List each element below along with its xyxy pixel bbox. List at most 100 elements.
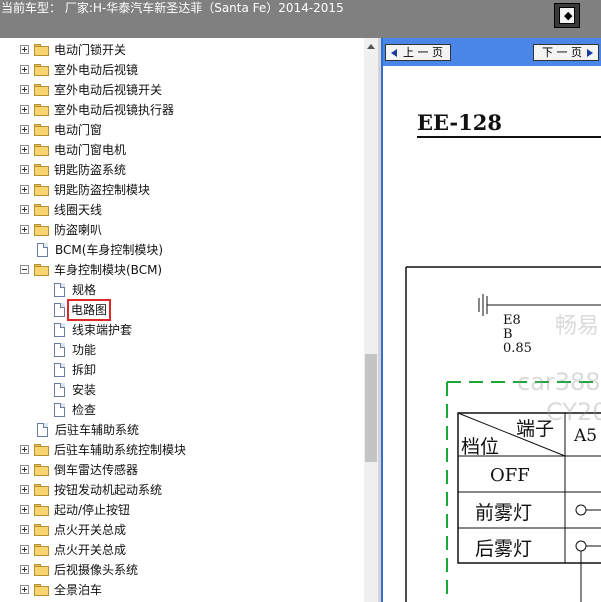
collapse-minus-icon[interactable] <box>20 265 29 274</box>
table-row-front-fog: 前雾灯 <box>475 502 533 524</box>
expand-plus-icon[interactable] <box>20 125 29 134</box>
expand-plus-icon[interactable] <box>20 185 29 194</box>
tree-item[interactable]: 按钮发动机起动系统 <box>0 480 364 500</box>
expand-plus-icon[interactable] <box>20 465 29 474</box>
folder-icon <box>34 184 49 196</box>
document-icon <box>54 383 65 397</box>
folder-icon <box>34 104 49 116</box>
expand-plus-icon[interactable] <box>20 485 29 494</box>
table-header-terminal: 端子 <box>516 418 555 440</box>
document-viewer: 上 一 页 下 一 页 EE-128 E8 B 0.85 畅易 car388 C… <box>381 38 601 602</box>
tree-item-label: 电动门锁开关 <box>54 43 127 57</box>
tree-item[interactable]: BCM(车身控制模块) <box>0 240 364 260</box>
tree-item[interactable]: 后视摄像头系统 <box>0 560 364 580</box>
tree-item[interactable]: 规格 <box>0 280 364 300</box>
table-column-a5: A5 <box>574 426 598 446</box>
tree-item[interactable]: 后驻车辅助系统 <box>0 420 364 440</box>
tree-item[interactable]: 电路图 <box>0 299 364 321</box>
table-row-off: OFF <box>490 465 530 486</box>
tree-item[interactable]: 安装 <box>0 380 364 400</box>
document-icon <box>54 323 65 337</box>
tree-item-label: 拆卸 <box>72 363 97 377</box>
tree-item-label: 室外电动后视镜 <box>54 63 139 77</box>
tree-item[interactable]: 检查 <box>0 400 364 420</box>
folder-icon <box>34 144 49 156</box>
tree-item-label: 倒车雷达传感器 <box>54 463 139 477</box>
tree-item-label: 室外电动后视镜开关 <box>54 83 163 97</box>
tree-item-label: 点火开关总成 <box>54 523 127 537</box>
watermark: CY20 <box>546 398 601 426</box>
tree-item-label: 线束端护套 <box>72 323 133 337</box>
tree-item-label: 车身控制模块(BCM) <box>54 263 163 277</box>
tree-item-label: 电动门窗 <box>54 123 103 137</box>
folder-icon <box>34 264 49 276</box>
folder-icon <box>34 484 49 496</box>
tree-item-label: 后驻车辅助系统控制模块 <box>54 443 187 457</box>
expand-plus-icon[interactable] <box>20 205 29 214</box>
tree-item[interactable]: 点火开关总成 <box>0 520 364 540</box>
expand-plus-icon[interactable] <box>20 65 29 74</box>
expand-plus-icon[interactable] <box>20 45 29 54</box>
tree-item[interactable]: 钥匙防盗系统 <box>0 160 364 180</box>
tree-item[interactable]: 防盗喇叭 <box>0 220 364 240</box>
tree-item-label: 钥匙防盗控制模块 <box>54 183 151 197</box>
folder-icon <box>34 544 49 556</box>
expand-plus-icon[interactable] <box>20 145 29 154</box>
tree-item[interactable]: 电动门锁开关 <box>0 40 364 60</box>
expand-plus-icon[interactable] <box>20 505 29 514</box>
expand-plus-icon[interactable] <box>20 225 29 234</box>
folder-icon <box>34 584 49 596</box>
document-icon <box>54 403 65 417</box>
tree-item-label: 起动/停止按钮 <box>54 503 131 517</box>
tree-item[interactable]: 后驻车辅助系统控制模块 <box>0 440 364 460</box>
panel-toggle-button[interactable]: ◆ <box>554 3 580 28</box>
tree-item[interactable]: 起动/停止按钮 <box>0 500 364 520</box>
tree-item-label: 防盗喇叭 <box>54 223 103 237</box>
expand-plus-icon[interactable] <box>20 585 29 594</box>
watermark: car388 <box>517 368 601 396</box>
tree-scrollbar[interactable] <box>364 38 378 602</box>
tree-item[interactable]: 室外电动后视镜执行器 <box>0 100 364 120</box>
tree-item-label: 功能 <box>72 343 97 357</box>
folder-icon <box>34 84 49 96</box>
tree-item-label: 检查 <box>72 403 97 417</box>
folder-icon <box>34 44 49 56</box>
tree-item-label: 点火开关总成 <box>54 543 127 557</box>
tree-item-label-selected: 电路图 <box>66 299 112 321</box>
tree-item[interactable]: 室外电动后视镜 <box>0 60 364 80</box>
tree-item[interactable]: 点火开关总成 <box>0 540 364 560</box>
tree-item[interactable]: 拆卸 <box>0 360 364 380</box>
folder-icon <box>34 504 49 516</box>
scroll-up-arrow-icon[interactable] <box>367 44 375 49</box>
tree-item[interactable]: 室外电动后视镜开关 <box>0 80 364 100</box>
document-icon <box>54 283 65 297</box>
document-icon <box>54 303 65 317</box>
folder-icon <box>34 204 49 216</box>
tree-item[interactable]: 功能 <box>0 340 364 360</box>
document-icon <box>54 363 65 377</box>
tree-item-label: 后视摄像头系统 <box>54 563 139 577</box>
panel-toggle-icon: ◆ <box>559 7 575 24</box>
expand-plus-icon[interactable] <box>20 545 29 554</box>
tree-item[interactable]: 电动门窗电机 <box>0 140 364 160</box>
expand-plus-icon[interactable] <box>20 445 29 454</box>
tree-item[interactable]: 钥匙防盗控制模块 <box>0 180 364 200</box>
wire-gauge: 0.85 <box>503 341 532 356</box>
expand-plus-icon[interactable] <box>20 85 29 94</box>
tree-item[interactable]: 倒车雷达传感器 <box>0 460 364 480</box>
expand-plus-icon[interactable] <box>20 565 29 574</box>
watermark: 畅易 <box>555 314 600 339</box>
folder-icon <box>34 164 49 176</box>
folder-icon <box>34 124 49 136</box>
tree-item[interactable]: 线圈天线 <box>0 200 364 220</box>
expand-plus-icon[interactable] <box>20 525 29 534</box>
expand-plus-icon[interactable] <box>20 105 29 114</box>
scrollbar-thumb[interactable] <box>365 354 377 462</box>
tree-item-label: 全景泊车 <box>54 583 103 597</box>
tree-item[interactable]: 线束端护套 <box>0 320 364 340</box>
tree-item[interactable]: 电动门窗 <box>0 120 364 140</box>
tree-item-label: 室外电动后视镜执行器 <box>54 103 175 117</box>
expand-plus-icon[interactable] <box>20 165 29 174</box>
tree-item[interactable]: 全景泊车 <box>0 580 364 600</box>
tree-item[interactable]: 车身控制模块(BCM) <box>0 260 364 280</box>
